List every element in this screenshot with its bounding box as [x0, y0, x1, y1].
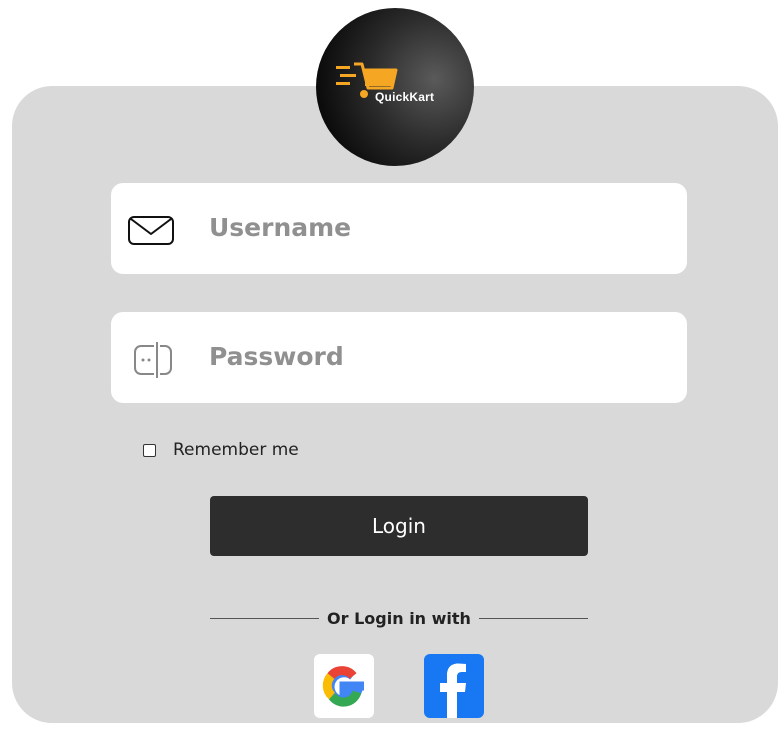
social-divider: Or Login in with — [210, 606, 588, 630]
quickkart-logo: QuickKart — [316, 8, 474, 166]
password-icon — [127, 338, 175, 387]
divider-line-right — [478, 617, 588, 619]
envelope-icon — [127, 209, 175, 254]
divider-line-left — [210, 617, 320, 619]
remember-me-checkbox[interactable] — [143, 443, 156, 457]
username-input[interactable] — [209, 201, 669, 253]
divider-text: Or Login in with — [327, 608, 471, 628]
logo-text: QuickKart — [375, 90, 435, 104]
login-button[interactable]: Login — [210, 496, 588, 556]
facebook-login-button[interactable] — [424, 654, 484, 718]
username-field[interactable] — [111, 183, 687, 274]
facebook-icon — [440, 663, 466, 718]
remember-me-label: Remember me — [173, 440, 299, 460]
password-field[interactable] — [111, 312, 687, 403]
google-icon — [322, 666, 364, 707]
remember-me[interactable]: Remember me — [143, 440, 299, 460]
google-login-button[interactable] — [314, 654, 374, 718]
password-input[interactable] — [209, 330, 669, 382]
